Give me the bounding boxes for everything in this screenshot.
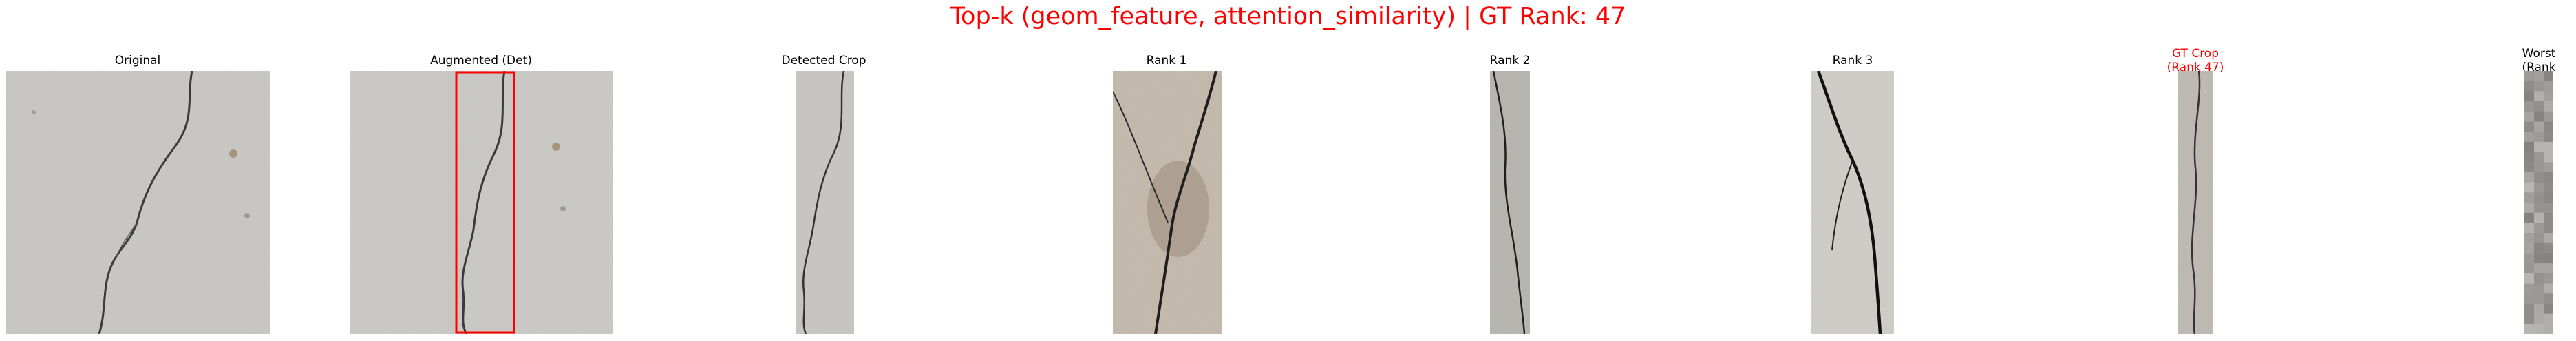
image-rank-3 [1811,71,1894,334]
panel-title-rank-1: Rank 1 [1146,54,1187,68]
image-rank-2 [1490,71,1530,334]
panel-title-augmented: Augmented (Det) [430,54,532,68]
panel-title-gt-crop: GT Crop (Rank 47) [2167,47,2224,74]
image-worst [2524,71,2553,334]
image-rank-1 [1113,71,1222,334]
image-gt-crop [2178,71,2213,334]
image-original [6,71,270,334]
panel-title-rank-2: Rank 2 [1489,54,1531,68]
panel-title-rank-3: Rank 3 [1832,54,1873,68]
panel-title-detected-crop: Detected Crop [781,54,866,68]
panel-title-original: Original [114,54,161,68]
image-augmented-detection [350,71,613,334]
figure-title: Top-k (geom_feature, attention_similarit… [950,3,1626,30]
image-detected-crop [796,71,854,334]
